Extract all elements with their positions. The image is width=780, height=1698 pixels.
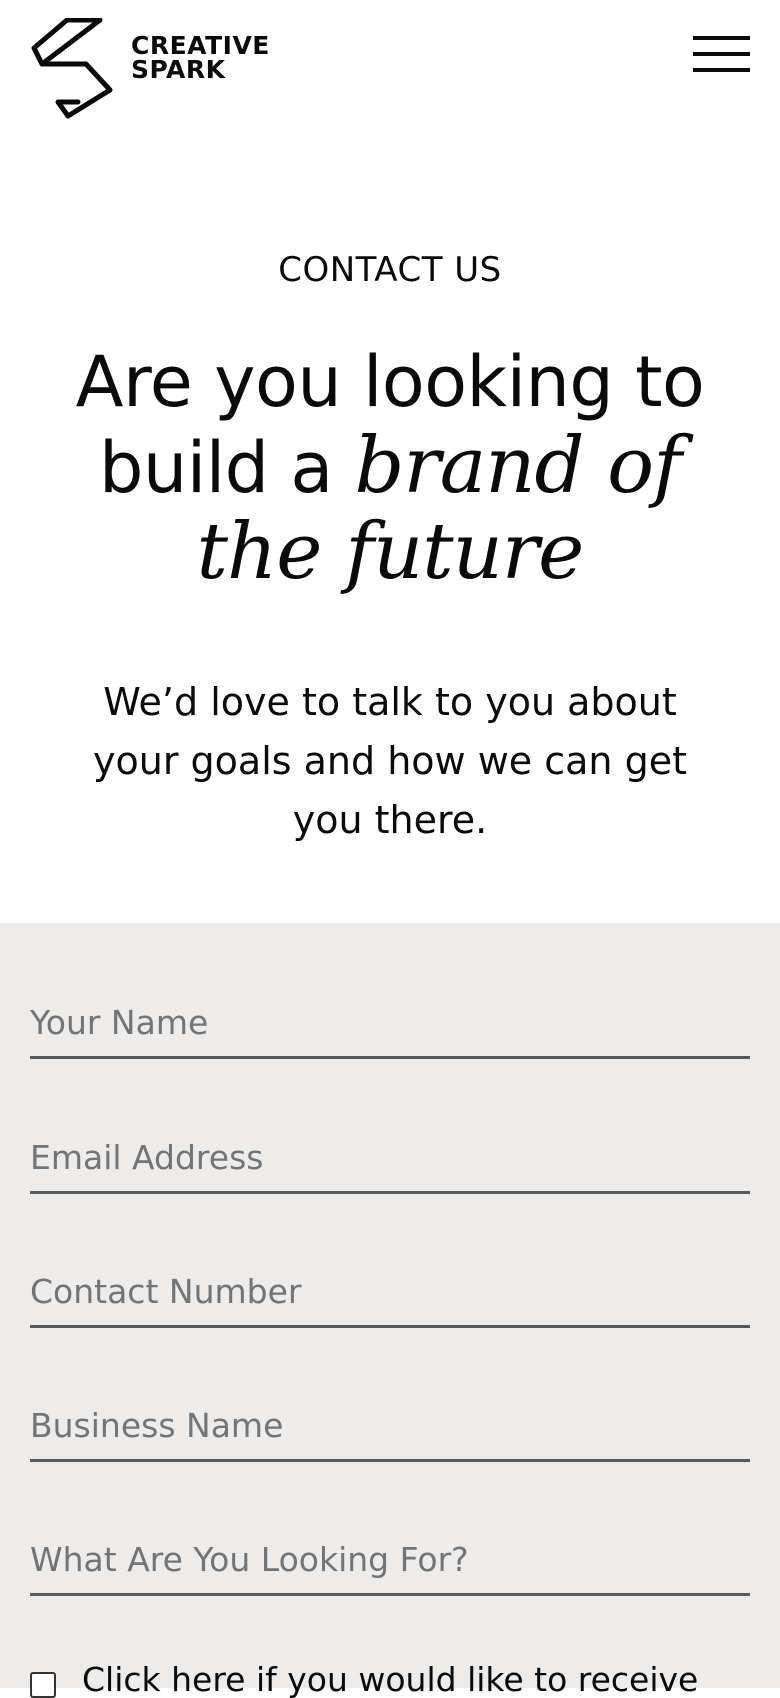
consent-checkbox[interactable] [30,1672,56,1698]
email-field [30,1124,750,1194]
contact-hero: CONTACT US Are you looking to build a br… [0,130,780,923]
headline-line-3: the future [20,510,760,596]
contact-form: Click here if you would like to receive [0,923,780,1698]
headline-line-2: build a brand of [20,424,760,510]
section-eyebrow: CONTACT US [278,250,502,290]
hero-lede: We’d love to talk to you about your goal… [40,673,740,850]
name-input[interactable] [30,989,750,1056]
logo-wordmark: CREATIVE SPARK [131,33,270,84]
contact-number-input[interactable] [30,1258,750,1325]
consent-option[interactable]: Click here if you would like to receive [30,1658,780,1698]
lede-line-3: you there. [292,798,488,842]
lede-line-2: your goals and how we can get [93,739,687,783]
menu-button[interactable] [690,34,750,78]
site-header: CREATIVE SPARK [0,0,780,130]
name-field [30,989,750,1059]
email-input[interactable] [30,1124,750,1191]
logo-line-spark: SPARK [131,55,226,84]
business-name-input[interactable] [30,1392,750,1459]
consent-label: Click here if you would like to receive [82,1660,699,1698]
page-headline: Are you looking to build a brand of the … [20,340,760,596]
headline-italic-text-2: the future [196,507,585,597]
looking-for-field [30,1526,750,1596]
headline-plain-text: build a [98,427,355,509]
spark-logo-icon [31,18,113,119]
lede-line-1: We’d love to talk to you about [103,680,677,724]
headline-italic-text: brand of [354,421,683,511]
headline-line-1: Are you looking to [75,341,705,423]
business-field [30,1392,750,1462]
looking-for-input[interactable] [30,1526,750,1593]
phone-field [30,1258,750,1328]
creative-spark-logo[interactable]: CREATIVE SPARK [30,18,280,120]
